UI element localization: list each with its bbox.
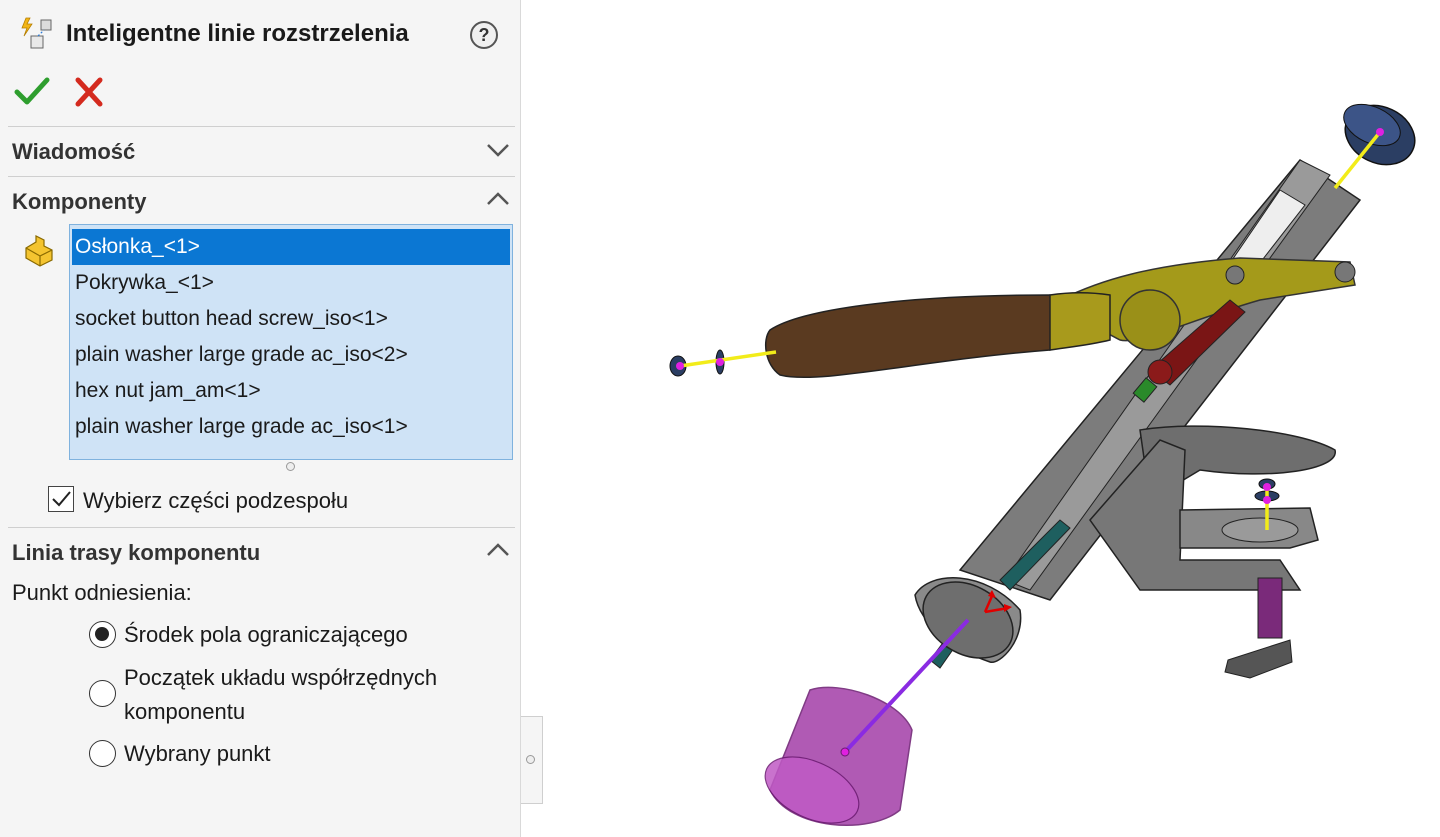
- cancel-close-icon[interactable]: [72, 76, 108, 108]
- panel-title: Inteligentne linie rozstrzelenia: [66, 20, 409, 47]
- list-item[interactable]: plain washer large grade ac_iso<2>: [72, 337, 510, 373]
- radio-label: Wybrany punkt: [124, 741, 271, 766]
- reference-point-label: Punkt odniesienia:: [12, 580, 192, 605]
- section-components-title[interactable]: Komponenty: [12, 189, 146, 215]
- ok-checkmark-icon[interactable]: [14, 76, 50, 108]
- list-item[interactable]: hex nut jam_am<1>: [72, 373, 510, 409]
- panel-tab-handle[interactable]: [526, 755, 535, 764]
- radio-component-origin[interactable]: [89, 680, 116, 707]
- list-item[interactable]: socket button head screw_iso<1>: [72, 301, 510, 337]
- radio-selected-point[interactable]: [89, 740, 116, 767]
- help-button[interactable]: ?: [470, 21, 498, 49]
- component-icon: [25, 235, 53, 267]
- radio-bounding-box-center[interactable]: [89, 621, 116, 648]
- chevron-down-icon[interactable]: [486, 142, 510, 158]
- chevron-up-icon[interactable]: [486, 542, 510, 558]
- divider: [8, 126, 515, 127]
- subassembly-checkbox[interactable]: [48, 486, 74, 512]
- smart-explode-lines-icon: [21, 17, 52, 49]
- property-manager-panel: Inteligentne linie rozstrzelenia ? Wiado…: [0, 0, 521, 837]
- chevron-up-icon[interactable]: [486, 191, 510, 207]
- section-route-line-title[interactable]: Linia trasy komponentu: [12, 540, 260, 566]
- radio-label: Środek pola ograniczającego: [124, 622, 408, 647]
- graphics-viewport[interactable]: [543, 0, 1440, 837]
- panel-collapse-tab[interactable]: [521, 716, 543, 804]
- subassembly-checkbox-label: Wybierz części podzespołu: [83, 488, 349, 513]
- divider: [8, 176, 515, 177]
- section-message-title[interactable]: Wiadomość: [12, 139, 135, 165]
- divider: [8, 527, 515, 528]
- checkmark-icon: [52, 491, 71, 507]
- assembly-model: [669, 103, 1416, 826]
- radio-label: Początek układu współrzędnych: [124, 665, 438, 690]
- radio-label: komponentu: [124, 699, 246, 724]
- list-item[interactable]: plain washer large grade ac_iso<1>: [72, 409, 510, 445]
- list-resize-handle[interactable]: [286, 462, 295, 471]
- components-list[interactable]: Osłonka_<1> Pokrywka_<1> socket button h…: [69, 224, 513, 460]
- list-item[interactable]: Pokrywka_<1>: [72, 265, 510, 301]
- list-item[interactable]: Osłonka_<1>: [72, 229, 510, 265]
